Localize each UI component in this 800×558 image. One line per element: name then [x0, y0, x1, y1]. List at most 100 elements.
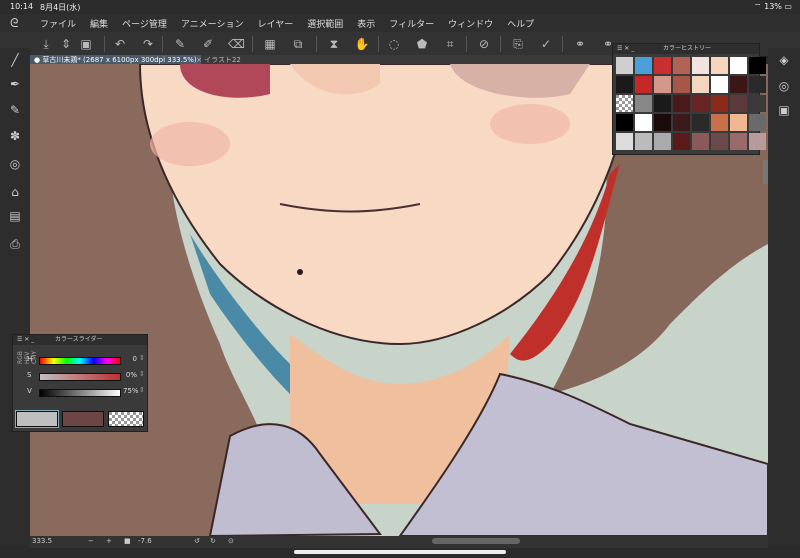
- sort-icon[interactable]: ⇕: [58, 36, 74, 52]
- angle-value[interactable]: -7.6: [138, 537, 152, 545]
- color-history-swatch[interactable]: [616, 114, 633, 131]
- color-history-swatch[interactable]: [730, 76, 747, 93]
- color-history-swatch[interactable]: [635, 57, 652, 74]
- sub-color-swatch[interactable]: [62, 411, 104, 427]
- main-color-swatch[interactable]: [15, 410, 59, 428]
- color-history-swatch[interactable]: [654, 133, 671, 150]
- link-icon[interactable]: ⚭: [572, 36, 588, 52]
- rotate-left-icon[interactable]: ↺: [194, 537, 200, 545]
- color-history-swatch[interactable]: [673, 95, 690, 112]
- color-history-swatch[interactable]: [635, 133, 652, 150]
- color-history-swatch[interactable]: [635, 76, 652, 93]
- undo-icon[interactable]: ↶: [112, 36, 128, 52]
- color-history-swatch[interactable]: [730, 114, 747, 131]
- menu-item[interactable]: 表示: [357, 17, 375, 30]
- fit-icon[interactable]: ■: [124, 537, 131, 545]
- fill-icon[interactable]: ⬟: [414, 36, 430, 52]
- transform-icon[interactable]: ⧉: [290, 36, 306, 52]
- value-value[interactable]: 75%: [123, 387, 139, 395]
- layer-icon[interactable]: ⎘: [510, 36, 526, 52]
- rotate-right-icon[interactable]: ↻: [210, 537, 216, 545]
- menu-item[interactable]: レイヤー: [258, 17, 294, 30]
- color-history-swatch[interactable]: [654, 57, 671, 74]
- eraser-icon[interactable]: ⌫: [228, 36, 245, 52]
- color-history-swatch[interactable]: [692, 133, 709, 150]
- color-history-swatch[interactable]: [673, 76, 690, 93]
- saturation-stepper-icon[interactable]: ⇕: [139, 370, 145, 378]
- clip-studio-logo-icon[interactable]: ᘓ: [10, 16, 24, 30]
- menu-item[interactable]: 選択範囲: [307, 17, 343, 30]
- color-history-swatch[interactable]: [711, 133, 728, 150]
- menu-item[interactable]: ファイル: [40, 17, 76, 30]
- open-folder-icon[interactable]: ▣: [78, 36, 94, 52]
- color-history-swatch[interactable]: [730, 57, 747, 74]
- value-stepper-icon[interactable]: ⇕: [139, 386, 145, 394]
- navigator-icon[interactable]: ▣: [776, 102, 792, 118]
- lasso-icon[interactable]: ◌: [386, 36, 402, 52]
- flip-horizontal-icon[interactable]: ⧗: [326, 36, 342, 52]
- color-history-swatch[interactable]: [616, 133, 633, 150]
- home-indicator[interactable]: [294, 550, 506, 554]
- color-history-swatch[interactable]: [692, 114, 709, 131]
- menu-item[interactable]: アニメーション: [181, 17, 244, 30]
- figure-tool-icon[interactable]: ⌂: [7, 184, 23, 200]
- color-history-swatch[interactable]: [673, 57, 690, 74]
- save-icon[interactable]: ⤓: [38, 36, 54, 52]
- color-history-swatch[interactable]: [730, 95, 747, 112]
- color-history-swatch[interactable]: [730, 133, 747, 150]
- zoom-value[interactable]: 333.5: [32, 537, 52, 545]
- menu-item[interactable]: ヘルプ: [507, 17, 534, 30]
- saturation-value[interactable]: 0%: [123, 371, 137, 379]
- hand-icon[interactable]: ✋: [354, 36, 370, 52]
- reset-rotation-icon[interactable]: ⊙: [228, 537, 234, 545]
- value-slider[interactable]: [39, 389, 121, 397]
- redo-icon[interactable]: ↷: [140, 36, 156, 52]
- pen-tool-icon[interactable]: ✒: [7, 76, 23, 92]
- menu-item[interactable]: フィルター: [389, 17, 434, 30]
- color-history-swatch[interactable]: [749, 133, 766, 150]
- hue-value[interactable]: 0: [123, 355, 137, 363]
- text-tool-icon[interactable]: ⎙: [7, 236, 23, 252]
- saturation-slider[interactable]: [39, 373, 121, 381]
- brush-tool-icon[interactable]: ╱: [7, 52, 23, 68]
- color-history-swatch[interactable]: [654, 76, 671, 93]
- color-history-swatch[interactable]: [673, 114, 690, 131]
- menu-item[interactable]: ページ管理: [122, 17, 167, 30]
- color-history-swatch[interactable]: [711, 114, 728, 131]
- layer-property-icon[interactable]: ◎: [776, 78, 792, 94]
- color-history-swatch[interactable]: [749, 76, 766, 93]
- menu-item[interactable]: ウィンドウ: [448, 17, 493, 30]
- panel-controls-icon[interactable]: ☰ ✕ _: [17, 335, 34, 345]
- pen-icon[interactable]: ✎: [172, 36, 188, 52]
- color-history-swatch[interactable]: [711, 76, 728, 93]
- horizontal-scrollbar[interactable]: [432, 538, 520, 544]
- color-history-swatch[interactable]: [654, 114, 671, 131]
- color-history-swatch[interactable]: [749, 57, 766, 74]
- hue-stepper-icon[interactable]: ⇕: [139, 354, 145, 362]
- qr-icon[interactable]: ▦: [262, 36, 278, 52]
- frame-tool-icon[interactable]: ▤: [7, 208, 23, 224]
- color-history-swatch[interactable]: [692, 95, 709, 112]
- color-history-swatch[interactable]: [635, 95, 652, 112]
- blend-tool-icon[interactable]: ◎: [7, 156, 23, 172]
- layers-icon[interactable]: ◈: [776, 52, 792, 68]
- zoom-out-icon[interactable]: −: [88, 537, 94, 545]
- color-history-swatch[interactable]: [692, 57, 709, 74]
- decoration-tool-icon[interactable]: ✽: [7, 128, 23, 144]
- color-history-swatch[interactable]: [711, 95, 728, 112]
- pencil-icon[interactable]: ✐: [200, 36, 216, 52]
- panel-controls-icon[interactable]: ☰ ✕ _: [617, 44, 634, 54]
- hue-slider[interactable]: [39, 357, 121, 365]
- transparent-color-swatch[interactable]: [108, 411, 144, 427]
- crop-icon[interactable]: ⌗: [442, 36, 458, 52]
- color-history-swatch[interactable]: [616, 95, 633, 112]
- color-history-swatch[interactable]: [616, 57, 633, 74]
- vertical-scrollbar[interactable]: [763, 160, 768, 184]
- color-history-swatch[interactable]: [711, 57, 728, 74]
- color-history-swatch[interactable]: [616, 76, 633, 93]
- color-history-swatch[interactable]: [692, 76, 709, 93]
- color-history-swatch[interactable]: [635, 114, 652, 131]
- airbrush-tool-icon[interactable]: ✎: [7, 102, 23, 118]
- menu-item[interactable]: 編集: [90, 17, 108, 30]
- color-history-swatch[interactable]: [654, 95, 671, 112]
